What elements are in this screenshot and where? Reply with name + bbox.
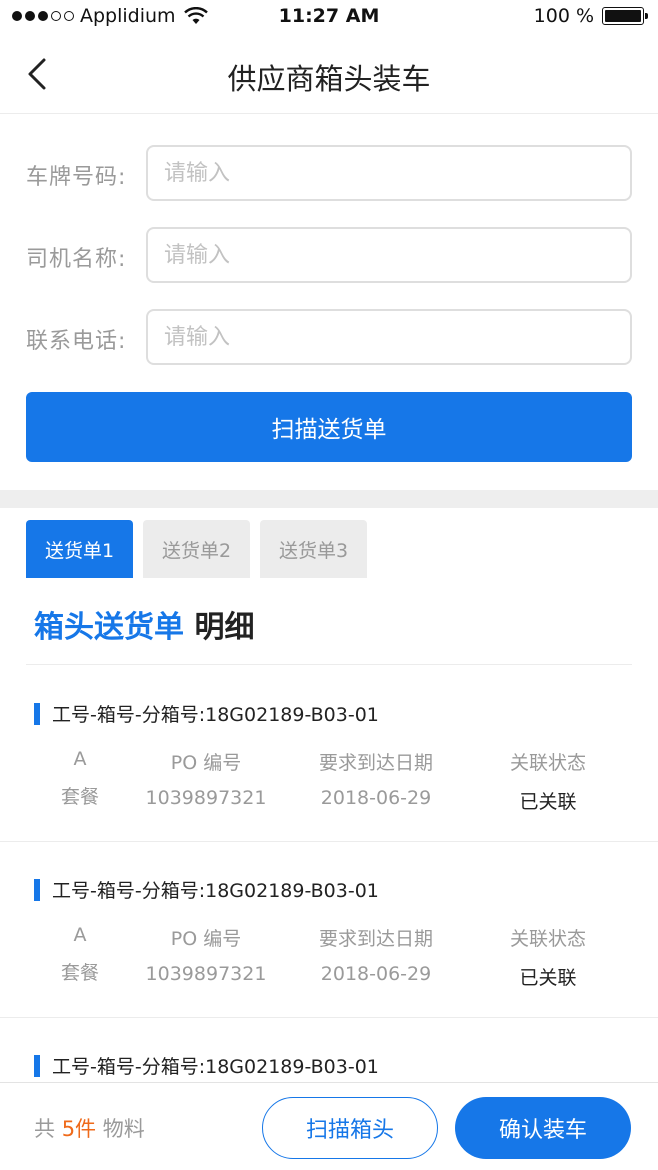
confirm-loading-button[interactable]: 确认装车 bbox=[455, 1097, 631, 1159]
card-header-text: 工号-箱号-分箱号:18G02189-B03-01 bbox=[52, 880, 379, 902]
status-value: 已关联 bbox=[519, 791, 577, 813]
total-suffix: 物料 bbox=[102, 1117, 145, 1141]
col-a-value: 套餐 bbox=[60, 786, 99, 808]
tab-delivery-note-3[interactable]: 送货单3 bbox=[260, 520, 367, 578]
card-header-text: 工号-箱号-分箱号:18G02189-B03-01 bbox=[52, 704, 379, 726]
card-col-status: 关联状态 已关联 bbox=[500, 748, 596, 814]
date-key: 要求到达日期 bbox=[318, 928, 433, 950]
form-row-plate: 车牌号码: bbox=[0, 145, 658, 201]
date-value: 2018-06-29 bbox=[320, 787, 432, 809]
card-col-status: 关联状态 已关联 bbox=[500, 924, 596, 990]
status-value: 已关联 bbox=[519, 967, 577, 989]
col-a-key: A bbox=[73, 748, 87, 770]
form-row-phone: 联系电话: bbox=[0, 309, 658, 365]
card-marker bbox=[34, 702, 40, 725]
po-key: PO 编号 bbox=[170, 928, 242, 950]
card-header: 工号-箱号-分箱号:18G02189-B03-01 bbox=[34, 700, 379, 727]
battery-percent: 100 % bbox=[533, 5, 594, 27]
total-count: 5件 bbox=[61, 1117, 97, 1141]
status-bar: Applidium 11:27 AM 100 % bbox=[0, 0, 658, 34]
box-card[interactable]: 工号-箱号-分箱号:18G02189-B03-01 A 套餐 PO 编号 103… bbox=[0, 666, 658, 842]
page-title: 供应商箱头装车 bbox=[227, 62, 431, 96]
tab-delivery-note-1[interactable]: 送货单1 bbox=[26, 520, 133, 578]
plate-number-input[interactable] bbox=[146, 145, 632, 201]
card-col-po: PO 编号 1039897321 bbox=[140, 748, 272, 809]
col-a-key: A bbox=[73, 924, 87, 946]
scan-box-button[interactable]: 扫描箱头 bbox=[262, 1097, 438, 1159]
date-value: 2018-06-29 bbox=[320, 963, 432, 985]
col-a-value: 套餐 bbox=[60, 962, 99, 984]
section-title: 箱头送货单 明细 bbox=[34, 602, 254, 646]
form-row-driver: 司机名称: bbox=[0, 227, 658, 283]
card-header: 工号-箱号-分箱号:18G02189-B03-01 bbox=[34, 1052, 379, 1079]
item-total: 共 5件 物料 bbox=[34, 1113, 145, 1143]
card-col-a: A 套餐 bbox=[56, 924, 104, 985]
card-marker bbox=[34, 1054, 40, 1077]
po-key: PO 编号 bbox=[170, 752, 242, 774]
card-header-text: 工号-箱号-分箱号:18G02189-B03-01 bbox=[52, 1056, 379, 1078]
status-key: 关联状态 bbox=[509, 928, 586, 950]
navigation-bar: 供应商箱头装车 bbox=[0, 34, 658, 114]
status-right: 100 % bbox=[533, 5, 648, 27]
po-value: 1039897321 bbox=[145, 787, 267, 809]
box-card[interactable]: 工号-箱号-分箱号:18G02189-B03-01 A 套餐 PO 编号 103… bbox=[0, 842, 658, 1018]
status-key: 关联状态 bbox=[509, 752, 586, 774]
card-header: 工号-箱号-分箱号:18G02189-B03-01 bbox=[34, 876, 379, 903]
scan-delivery-note-button[interactable]: 扫描送货单 bbox=[26, 392, 632, 462]
card-col-po: PO 编号 1039897321 bbox=[140, 924, 272, 985]
bottom-action-bar: 共 5件 物料 扫描箱头 确认装车 bbox=[0, 1082, 658, 1170]
battery-icon bbox=[602, 7, 648, 25]
plate-label: 车牌号码: bbox=[26, 165, 127, 190]
phone-label: 联系电话: bbox=[26, 329, 127, 354]
section-divider bbox=[0, 490, 658, 508]
tab-delivery-note-2[interactable]: 送货单2 bbox=[143, 520, 250, 578]
delivery-note-tabs: 送货单1 送货单2 送货单3 bbox=[26, 520, 367, 578]
card-col-date: 要求到达日期 2018-06-29 bbox=[306, 748, 446, 809]
card-col-date: 要求到达日期 2018-06-29 bbox=[306, 924, 446, 985]
section-title-highlight: 箱头送货单 bbox=[34, 610, 184, 645]
card-marker bbox=[34, 878, 40, 901]
card-col-a: A 套餐 bbox=[56, 748, 104, 809]
date-key: 要求到达日期 bbox=[318, 752, 433, 774]
phone-input[interactable] bbox=[146, 309, 632, 365]
driver-name-input[interactable] bbox=[146, 227, 632, 283]
section-title-rest: 明细 bbox=[194, 610, 255, 645]
title-divider bbox=[26, 664, 632, 665]
total-prefix: 共 bbox=[34, 1117, 55, 1141]
po-value: 1039897321 bbox=[145, 963, 267, 985]
driver-label: 司机名称: bbox=[26, 247, 127, 272]
